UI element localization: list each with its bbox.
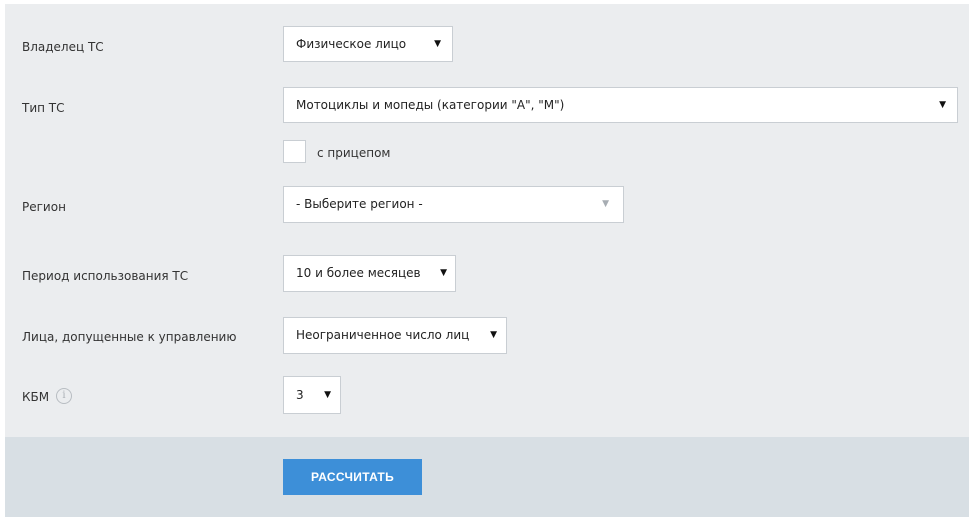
dropdown-arrow-icon: ▼ — [939, 100, 946, 110]
info-icon[interactable]: i — [56, 388, 72, 404]
kbm-select[interactable]: 3 ▼ — [283, 376, 341, 414]
region-select-value: - Выберите регион - — [296, 197, 423, 211]
usage-period-select-value: 10 и более месяцев — [296, 266, 421, 280]
drivers-select-value: Неограниченное число лиц — [296, 328, 470, 342]
dropdown-arrow-icon: ▼ — [434, 39, 441, 49]
dropdown-arrow-icon: ▼ — [324, 390, 331, 400]
dropdown-arrow-icon: ▼ — [440, 268, 447, 278]
footer-bar — [5, 437, 969, 517]
vehicle-type-select-value: Мотоциклы и мопеды (категории "А", "М") — [296, 98, 565, 112]
dropdown-arrow-icon: ▼ — [490, 330, 497, 340]
kbm-label: КБМ — [22, 390, 50, 404]
trailer-checkbox-label[interactable]: с прицепом — [317, 146, 390, 160]
vehicle-type-label: Тип ТС — [22, 101, 65, 115]
region-label: Регион — [22, 200, 66, 214]
drivers-label: Лица, допущенные к управлению — [22, 330, 237, 344]
usage-period-label: Период использования ТС — [22, 269, 189, 283]
owner-label: Владелец ТС — [22, 40, 104, 54]
kbm-select-value: 3 — [296, 388, 304, 402]
trailer-checkbox[interactable] — [283, 140, 306, 163]
vehicle-type-select[interactable]: Мотоциклы и мопеды (категории "А", "М") … — [283, 87, 958, 123]
owner-select-value: Физическое лицо — [296, 37, 407, 51]
calculate-button[interactable]: РАССЧИТАТЬ — [283, 459, 422, 495]
owner-select[interactable]: Физическое лицо ▼ — [283, 26, 453, 62]
usage-period-select[interactable]: 10 и более месяцев ▼ — [283, 255, 456, 292]
dropdown-arrow-icon: ▼ — [602, 199, 609, 209]
region-select[interactable]: - Выберите регион - ▼ — [283, 186, 624, 223]
drivers-select[interactable]: Неограниченное число лиц ▼ — [283, 317, 507, 354]
